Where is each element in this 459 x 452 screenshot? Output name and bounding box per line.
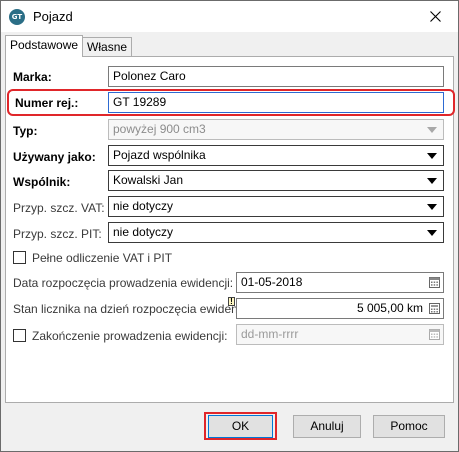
tab-bar: Podstawowe Własne xyxy=(5,35,133,57)
marka-input[interactable]: Polonez Caro xyxy=(108,66,444,87)
tab-podstawowe[interactable]: Podstawowe xyxy=(5,35,84,57)
chevron-down-icon xyxy=(427,204,437,210)
uzywany-jako-value: Pojazd wspólnika xyxy=(113,148,206,162)
app-logo-icon: GT xyxy=(9,9,25,25)
help-button[interactable]: Pomoc xyxy=(373,415,445,438)
typ-select: powyżej 900 cm3 xyxy=(108,119,444,140)
stan-licznika-label: Stan licznika na dzień rozpoczęcia ewide… xyxy=(13,302,253,316)
zakonczenie-checkbox[interactable] xyxy=(13,329,26,342)
wspolnik-value: Kowalski Jan xyxy=(113,173,184,187)
numer-rej-input[interactable]: GT 19289 xyxy=(108,92,444,113)
dialog-window: GT Pojazd Podstawowe Własne Marka: Polon… xyxy=(0,0,459,452)
wspolnik-select[interactable]: Kowalski Jan xyxy=(108,170,444,191)
przyp-vat-value: nie dotyczy xyxy=(113,199,174,213)
typ-value: powyżej 900 cm3 xyxy=(113,122,206,136)
data-rozpoczecia-label: Data rozpoczęcia prowadzenia ewidencji: xyxy=(13,276,234,290)
chevron-down-icon xyxy=(427,230,437,236)
zakonczenie-input: dd-mm-rrrr xyxy=(236,324,444,345)
title-bar: GT Pojazd xyxy=(1,1,458,32)
marka-label: Marka: xyxy=(13,70,52,84)
zakonczenie-label: Zakończenie prowadzenia ewidencji: xyxy=(32,329,228,343)
calculator-icon[interactable] xyxy=(429,303,440,314)
warning-icon: ! xyxy=(228,297,235,306)
chevron-down-icon xyxy=(427,153,437,159)
numer-rej-label: Numer rej.: xyxy=(15,96,79,110)
chevron-down-icon xyxy=(427,178,437,184)
tab-wlasne[interactable]: Własne xyxy=(82,37,133,57)
data-rozpoczecia-value: 01-05-2018 xyxy=(241,275,303,289)
tab-panel: Marka: Polonez Caro Numer rej.: GT 19289… xyxy=(5,56,455,403)
chevron-down-icon xyxy=(427,127,437,133)
przyp-pit-label: Przyp. szcz. PIT: xyxy=(13,227,102,241)
przyp-pit-select[interactable]: nie dotyczy xyxy=(108,222,444,243)
calendar-icon[interactable] xyxy=(429,277,440,288)
przyp-vat-label: Przyp. szcz. VAT: xyxy=(13,201,105,215)
window-title: Pojazd xyxy=(33,9,73,24)
przyp-pit-value: nie dotyczy xyxy=(113,225,174,239)
stan-licznika-input[interactable]: 5 005,00 km xyxy=(236,298,444,319)
wspolnik-label: Wspólnik: xyxy=(13,175,71,189)
cancel-button[interactable]: Anuluj xyxy=(293,415,361,438)
przyp-vat-select[interactable]: nie dotyczy xyxy=(108,196,444,217)
zakonczenie-placeholder: dd-mm-rrrr xyxy=(241,327,299,341)
uzywany-jako-label: Używany jako: xyxy=(13,150,96,164)
uzywany-jako-select[interactable]: Pojazd wspólnika xyxy=(108,145,444,166)
stan-licznika-value: 5 005,00 km xyxy=(356,301,423,315)
pelne-odliczenie-label: Pełne odliczenie VAT i PIT xyxy=(32,251,173,265)
pelne-odliczenie-checkbox[interactable] xyxy=(13,251,26,264)
ok-button[interactable]: OK xyxy=(208,415,273,438)
close-button[interactable] xyxy=(412,1,458,32)
data-rozpoczecia-input[interactable]: 01-05-2018 xyxy=(236,272,444,293)
typ-label: Typ: xyxy=(13,124,38,138)
close-icon xyxy=(429,11,441,22)
calendar-icon xyxy=(429,329,440,340)
